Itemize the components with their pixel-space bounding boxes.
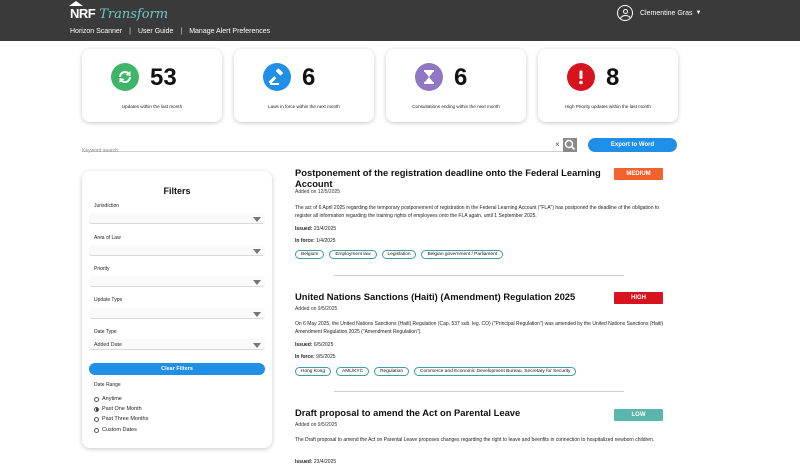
app-logo[interactable]: NRF Transform [69, 1, 169, 22]
article-divider [334, 275, 624, 276]
article-tags: Belgium Employment law Legislation Belgi… [295, 250, 504, 259]
logo-transform: Transform [99, 7, 169, 22]
date-range-option-past-one-month[interactable]: Past One Month [94, 406, 142, 412]
nav-horizon-scanner[interactable]: Horizon Scanner [70, 28, 122, 35]
article-description: The Draft proposal to amend the Act on P… [295, 437, 655, 443]
refresh-icon [111, 63, 139, 91]
article-title[interactable]: United Nations Sanctions (Haiti) (Amendm… [295, 291, 605, 302]
stat-label: High Priority updates within the last mo… [565, 104, 651, 109]
article-issued: Issued: 23/4/2025 [295, 459, 337, 465]
tag-area[interactable]: Employment law [329, 250, 377, 259]
date-type-select[interactable]: Added Date [89, 339, 265, 350]
priority-badge: MEDIUM [614, 168, 663, 180]
gavel-icon [263, 63, 291, 91]
date-type-label: Date Type [94, 329, 117, 335]
date-range-label: Date Range [94, 382, 121, 388]
article-issued: Issued: 6/5/2025 [295, 342, 334, 348]
area-of-law-label: Area of Law [94, 235, 121, 241]
user-avatar-icon [617, 5, 633, 21]
radio-icon [94, 427, 99, 433]
update-type-label: Update Type [94, 297, 123, 303]
date-type-value: Added Date [94, 342, 122, 348]
priority-label: Priority [94, 266, 110, 272]
search-input[interactable] [82, 145, 552, 157]
stat-label: Laws in force within the next month [268, 104, 340, 109]
radio-selected-icon [94, 406, 99, 412]
article-added-date: Added on 12/5/2025 [295, 189, 341, 195]
user-name: Clementine Gras [640, 9, 693, 17]
chevron-down-icon: ▼ [695, 10, 702, 16]
app-header: NRF Transform Horizon Scanner | User Gui… [0, 0, 800, 41]
date-range-option-custom-dates[interactable]: Custom Dates [94, 427, 137, 433]
area-of-law-select[interactable] [89, 245, 265, 256]
export-to-word-button[interactable]: Export to Word [588, 138, 677, 152]
priority-badge: HIGH [614, 292, 663, 304]
search-bar: × [82, 138, 577, 157]
priority-select[interactable] [89, 276, 265, 287]
stat-card-consultations[interactable]: 6 Consultations ending within the next m… [386, 49, 526, 122]
search-button[interactable] [563, 138, 577, 152]
dropdown-arrow-icon [253, 312, 261, 317]
user-menu[interactable]: Clementine Gras ▼ [617, 5, 701, 21]
nav-separator: | [180, 28, 183, 35]
stat-value: 53 [150, 64, 177, 91]
date-range-option-anytime[interactable]: Anytime [94, 396, 122, 402]
stat-label: Consultations ending within the next mon… [412, 104, 500, 109]
dropdown-arrow-icon [253, 280, 261, 285]
article-divider [334, 391, 624, 392]
radio-icon [94, 416, 99, 422]
logo-nrf: NRF [69, 1, 96, 21]
article-description: On 6 May 2025, the United Nations Sancti… [295, 321, 664, 335]
stat-card-laws-in-force[interactable]: 6 Laws in force within the next month [234, 49, 374, 122]
article-added-date: Added on 9/5/2025 [295, 306, 338, 312]
alert-icon [567, 63, 595, 91]
stat-card-updates[interactable]: 53 Updates within the last month [82, 49, 222, 122]
dropdown-arrow-icon [253, 343, 261, 348]
stat-label: Updates within the last month [121, 104, 183, 109]
stat-card-high-priority[interactable]: 8 High Priority updates within the last … [538, 49, 678, 122]
hourglass-icon [415, 63, 443, 91]
tag-jurisdiction[interactable]: Belgium [295, 250, 325, 259]
dropdown-arrow-icon [253, 249, 261, 254]
main-nav: Horizon Scanner | User Guide | Manage Al… [70, 28, 270, 35]
tag-source[interactable]: Commerce and Economic Development Bureau… [414, 367, 577, 376]
tag-type[interactable]: Regulation [374, 367, 410, 376]
radio-icon [94, 396, 99, 402]
nav-separator: | [129, 28, 131, 35]
tag-jurisdiction[interactable]: Hong Kong [295, 367, 332, 376]
tag-source[interactable]: Belgian government / Parliament [421, 250, 504, 259]
update-type-select[interactable] [89, 308, 265, 319]
tag-area[interactable]: AML/KYC [336, 367, 370, 376]
dropdown-arrow-icon [253, 217, 261, 222]
priority-badge: LOW [614, 409, 663, 421]
article-issued: Issued: 23/4/2025 [295, 226, 337, 232]
article-title[interactable]: Draft proposal to amend the Act on Paren… [295, 407, 605, 418]
jurisdiction-select[interactable] [89, 213, 265, 224]
stat-value: 6 [454, 64, 468, 91]
article-description: The act of 6 April 2025 regarding the te… [295, 205, 660, 219]
article-added-date: Added on 9/5/2025 [295, 422, 338, 428]
clear-filters-button[interactable]: Clear Filters [89, 363, 265, 375]
article-in-force: In force: 9/5/2025 [295, 354, 336, 360]
filters-panel: Filters Jurisdiction Area of Law Priorit… [82, 171, 272, 448]
article-title[interactable]: Postponement of the registration deadlin… [295, 167, 605, 189]
filters-title: Filters [163, 186, 191, 196]
stat-value: 8 [606, 64, 620, 91]
clear-search-icon[interactable]: × [555, 140, 560, 150]
stat-value: 6 [302, 64, 316, 91]
article-tags: Hong Kong AML/KYC Regulation Commerce an… [295, 367, 577, 376]
search-icon [564, 139, 576, 151]
nav-user-guide[interactable]: User Guide [138, 28, 173, 35]
tag-type[interactable]: Legislation [381, 250, 417, 259]
date-range-option-past-three-months[interactable]: Past Three Months [94, 416, 148, 422]
nav-manage-alert-preferences[interactable]: Manage Alert Preferences [189, 28, 270, 35]
jurisdiction-label: Jurisdiction [94, 203, 120, 209]
article-in-force: In force: 1/4/2025 [295, 238, 336, 244]
